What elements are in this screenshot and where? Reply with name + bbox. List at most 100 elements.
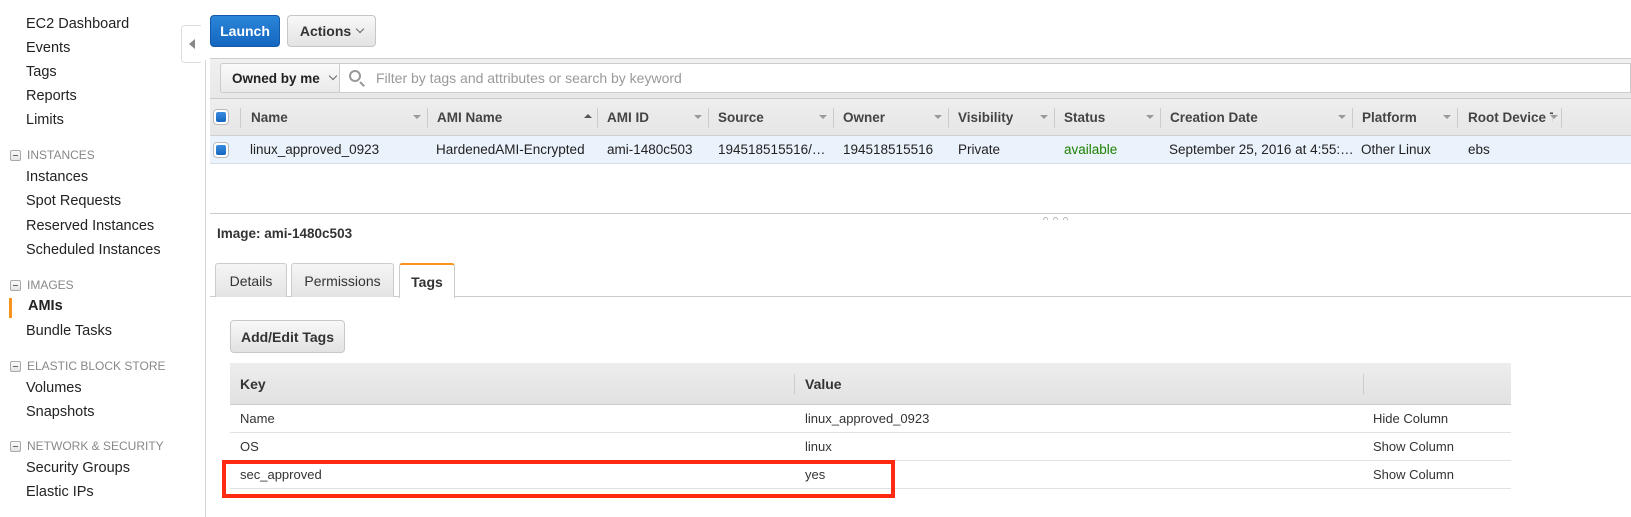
column-header-name[interactable]: Name (251, 99, 288, 135)
sidebar-section-instances[interactable]: INSTANCES (10, 148, 95, 162)
sidebar-item-reserved-instances[interactable]: Reserved Instances (26, 218, 154, 234)
sidebar-item-security-groups[interactable]: Security Groups (26, 460, 130, 476)
tag-value: linux (805, 439, 832, 454)
chevron-down-icon (328, 71, 338, 81)
sidebar-section-title: ELASTIC BLOCK STORE (27, 359, 166, 373)
tag-key: sec_approved (240, 467, 322, 482)
tag-key: Name (240, 411, 275, 426)
sidebar-item-volumes[interactable]: Volumes (26, 380, 82, 396)
sidebar-item-limits[interactable]: Limits (26, 112, 64, 128)
tag-row: sec_approved yes Show Column (230, 461, 1511, 489)
sidebar-section-network-security[interactable]: NETWORK & SECURITY (10, 439, 164, 453)
sort-icon[interactable] (1146, 115, 1154, 119)
sidebar-item-instances[interactable]: Instances (26, 169, 88, 185)
sidebar-item-spot-requests[interactable]: Spot Requests (26, 193, 121, 209)
tag-value: yes (805, 467, 826, 482)
sidebar-item-snapshots[interactable]: Snapshots (26, 404, 95, 420)
cell-source: 194518515516/… (718, 142, 826, 157)
launch-button[interactable]: Launch (210, 15, 280, 47)
collapse-icon[interactable] (10, 440, 21, 452)
detail-title: Image: ami-1480c503 (217, 226, 353, 241)
tab-permissions[interactable]: Permissions (291, 263, 394, 297)
actions-dropdown[interactable]: Actions (287, 15, 376, 47)
sidebar-item-bundle-tasks[interactable]: Bundle Tasks (26, 323, 112, 339)
resize-handle[interactable] (1043, 217, 1068, 220)
show-column-link[interactable]: Show Column (1373, 433, 1454, 460)
sidebar-item-ec2-dashboard[interactable]: EC2 Dashboard (26, 16, 129, 32)
sort-icon[interactable] (413, 115, 421, 119)
column-header-visibility[interactable]: Visibility (958, 99, 1013, 135)
column-header-status[interactable]: Status (1064, 99, 1105, 135)
sidebar-section-ebs[interactable]: ELASTIC BLOCK STORE (10, 359, 166, 373)
column-header-source[interactable]: Source (718, 99, 764, 135)
caret-left-icon (188, 39, 195, 49)
actions-label: Actions (299, 23, 352, 39)
cell-platform: Other Linux (1361, 142, 1431, 157)
sort-icon[interactable] (1338, 115, 1346, 119)
tags-table: Key Value Name linux_approved_0923 Hide … (230, 363, 1511, 489)
sort-icon[interactable] (819, 115, 827, 119)
sidebar: EC2 Dashboard Events Tags Reports Limits… (0, 0, 196, 517)
tag-row: Name linux_approved_0923 Hide Column (230, 405, 1511, 433)
cell-root-device-type: ebs (1468, 142, 1490, 157)
sidebar-divider (205, 60, 206, 517)
chevron-down-icon (355, 24, 365, 34)
cell-status: available (1064, 142, 1118, 157)
cell-owner: 194518515516 (843, 142, 934, 157)
owner-filter-select[interactable]: Owned by me (220, 63, 340, 93)
sort-icon[interactable] (1550, 115, 1558, 119)
column-header-owner[interactable]: Owner (843, 99, 885, 135)
tags-table-header: Key Value (230, 363, 1511, 405)
collapse-icon[interactable] (10, 279, 21, 291)
filter-bar: Owned by me (210, 58, 1631, 98)
collapse-sidebar-button[interactable] (181, 25, 201, 63)
collapse-icon[interactable] (10, 149, 21, 161)
select-all-checkbox[interactable] (213, 109, 229, 125)
cell-ami-name: HardenedAMI-Encrypted (436, 142, 585, 157)
tag-key: OS (240, 439, 259, 454)
search-input[interactable] (374, 69, 1574, 87)
row-checkbox[interactable] (213, 142, 229, 158)
collapse-icon[interactable] (10, 360, 21, 372)
column-header-creation-date[interactable]: Creation Date (1170, 99, 1258, 135)
column-header-ami-id[interactable]: AMI ID (607, 99, 649, 135)
column-header-key: Key (240, 375, 266, 392)
active-indicator (9, 298, 12, 318)
detail-tabs: Details Permissions Tags (210, 263, 1631, 298)
search-box (340, 63, 1631, 93)
column-header-root-device-type[interactable]: Root Device T (1468, 99, 1553, 135)
sidebar-item-events[interactable]: Events (26, 40, 70, 56)
sort-icon[interactable] (694, 115, 702, 119)
grid-header: Name AMI Name AMI ID Source Owner Visibi… (210, 98, 1631, 136)
column-header-ami-name[interactable]: AMI Name (437, 99, 502, 135)
sort-ascending-icon[interactable] (584, 114, 592, 118)
sidebar-section-title: IMAGES (27, 278, 74, 292)
pane-splitter (210, 213, 1631, 214)
tag-value: linux_approved_0923 (805, 411, 930, 426)
tag-row: OS linux Show Column (230, 433, 1511, 461)
sidebar-section-title: INSTANCES (27, 148, 95, 162)
sidebar-item-amis[interactable]: AMIs (28, 298, 63, 314)
sidebar-section-images[interactable]: IMAGES (10, 278, 74, 292)
sort-icon[interactable] (934, 115, 942, 119)
hide-column-link[interactable]: Hide Column (1373, 405, 1448, 432)
column-header-value: Value (805, 375, 842, 392)
sidebar-item-elastic-ips[interactable]: Elastic IPs (26, 484, 94, 500)
search-icon (348, 69, 366, 87)
column-header-platform[interactable]: Platform (1362, 99, 1417, 135)
tab-details[interactable]: Details (215, 263, 287, 297)
sidebar-item-scheduled-instances[interactable]: Scheduled Instances (26, 242, 161, 258)
table-row[interactable]: linux_approved_0923 HardenedAMI-Encrypte… (210, 136, 1631, 164)
sidebar-section-title: NETWORK & SECURITY (27, 439, 164, 453)
sort-icon[interactable] (1443, 115, 1451, 119)
cell-creation-date: September 25, 2016 at 4:55:… (1169, 142, 1354, 157)
cell-name: linux_approved_0923 (250, 142, 380, 157)
add-edit-tags-button[interactable]: Add/Edit Tags (230, 320, 345, 353)
owner-filter-value: Owned by me (232, 70, 320, 86)
sidebar-item-reports[interactable]: Reports (26, 88, 77, 104)
sort-icon[interactable] (1040, 115, 1048, 119)
sidebar-item-tags[interactable]: Tags (26, 64, 57, 80)
tab-tags[interactable]: Tags (399, 263, 455, 298)
show-column-link[interactable]: Show Column (1373, 461, 1454, 488)
cell-ami-id: ami-1480c503 (607, 142, 693, 157)
